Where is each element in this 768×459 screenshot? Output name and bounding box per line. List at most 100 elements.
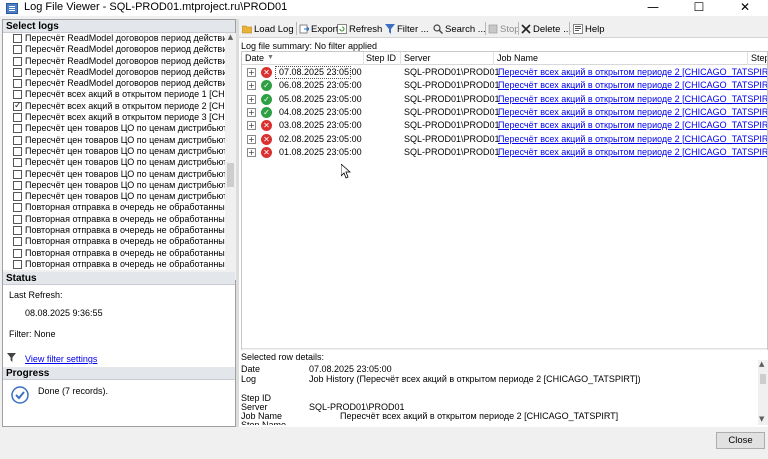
log-checkbox[interactable] xyxy=(13,237,22,247)
column-step-id[interactable]: Step ID xyxy=(366,53,396,63)
log-list-item[interactable]: Пересчёт всех акций в открытом периоде 2… xyxy=(3,101,227,112)
search-label: Search ... xyxy=(445,23,486,35)
log-checkbox[interactable] xyxy=(13,45,22,55)
row-job-link[interactable]: Пересчёт всех акций в открытом периоде 2… xyxy=(498,147,767,157)
log-list-scrollbar[interactable]: ▲ ▼ xyxy=(225,33,236,280)
log-checkbox[interactable] xyxy=(13,90,22,100)
help-button[interactable]: Help xyxy=(573,22,605,36)
log-list-item[interactable]: Пересчёт всех акций в открытом периоде 3… xyxy=(3,112,227,123)
log-checkbox[interactable] xyxy=(13,101,22,111)
column-divider[interactable] xyxy=(400,52,401,65)
log-checkbox[interactable] xyxy=(13,113,22,123)
search-button[interactable]: Search ... xyxy=(433,22,486,36)
log-list-item[interactable]: Повторная отправка в очередь не обработа… xyxy=(3,236,227,247)
column-divider[interactable] xyxy=(493,52,494,65)
export-icon xyxy=(299,24,309,34)
log-list-item[interactable]: Пересчёт ReadModel договоров период дейс… xyxy=(3,78,227,89)
log-checkbox[interactable] xyxy=(13,169,22,179)
maximize-button[interactable]: ☐ xyxy=(676,0,722,16)
log-list-item[interactable]: Пересчёт цен товаров ЦО по ценам дистриб… xyxy=(3,135,227,146)
log-checkbox[interactable] xyxy=(13,56,22,66)
log-checkbox[interactable] xyxy=(13,259,22,269)
log-checkbox[interactable] xyxy=(13,203,22,213)
log-list-item[interactable]: Пересчёт всех акций в открытом периоде 1… xyxy=(3,89,227,100)
minimize-button[interactable]: — xyxy=(630,0,676,16)
log-list-item[interactable]: Повторная отправка в очередь не обработа… xyxy=(3,259,227,270)
log-list-item[interactable]: Повторная отправка в очередь не обработа… xyxy=(3,248,227,259)
expand-row-icon[interactable]: + xyxy=(247,94,256,104)
mouse-cursor-icon xyxy=(341,164,351,179)
filter-button[interactable]: Filter ... xyxy=(385,22,429,36)
table-row[interactable]: + ✓ 04.08.2025 23:05:00 SQL-PROD01\PROD01 Пе… xyxy=(242,106,767,119)
log-checkbox[interactable] xyxy=(13,135,22,145)
scroll-up-icon[interactable]: ▲ xyxy=(225,33,236,41)
load-log-button[interactable]: Load Log xyxy=(242,22,294,36)
table-row[interactable]: + ✕ 02.08.2025 23:05:00 SQL-PROD01\PROD01 Пе… xyxy=(242,133,767,146)
log-checkbox[interactable] xyxy=(13,124,22,134)
log-list-item[interactable]: Пересчёт ReadModel договоров период дейс… xyxy=(3,67,227,78)
log-checkbox[interactable] xyxy=(13,180,22,190)
table-row[interactable]: + ✕ 07.08.2025 23:05:00 SQL-PROD01\PROD01 Пе… xyxy=(242,66,767,79)
scroll-up-icon[interactable]: ▲ xyxy=(759,360,764,368)
column-date[interactable]: Date xyxy=(245,53,264,63)
delete-button[interactable]: Delete ... xyxy=(521,22,571,36)
log-list-scroll-thumb[interactable] xyxy=(227,163,234,187)
row-job-link[interactable]: Пересчёт всех акций в открытом периоде 2… xyxy=(498,94,767,104)
scroll-down-icon[interactable]: ▼ xyxy=(759,415,764,423)
column-step-name[interactable]: Step N xyxy=(751,53,767,63)
column-server[interactable]: Server xyxy=(404,53,431,63)
log-list-item[interactable]: Пересчёт цен товаров ЦО по ценам дистриб… xyxy=(3,180,227,191)
row-job-link[interactable]: Пересчёт всех акций в открытом периоде 2… xyxy=(498,107,767,117)
expand-row-icon[interactable]: + xyxy=(247,134,256,144)
log-checkbox[interactable] xyxy=(13,226,22,236)
log-checkbox[interactable] xyxy=(13,158,22,168)
log-checkbox[interactable] xyxy=(13,34,22,43)
expand-row-icon[interactable]: + xyxy=(247,121,256,131)
table-row[interactable]: + ✕ 01.08.2025 23:05:00 SQL-PROD01\PROD01 Пе… xyxy=(242,146,767,159)
row-server: SQL-PROD01\PROD01 xyxy=(404,67,500,77)
details-scrollbar[interactable]: ▲ ▼ xyxy=(758,360,768,425)
column-divider[interactable] xyxy=(747,52,748,65)
log-list-item[interactable]: Повторная отправка в очередь не обработа… xyxy=(3,214,227,225)
close-window-button[interactable]: ✕ xyxy=(722,0,768,16)
log-checkbox[interactable] xyxy=(13,79,22,89)
view-filter-settings-link[interactable]: View filter settings xyxy=(25,354,97,364)
close-button[interactable]: Close xyxy=(716,432,765,449)
stop-button[interactable]: Stop xyxy=(488,22,520,36)
expand-row-icon[interactable]: + xyxy=(247,107,256,117)
log-checkbox[interactable] xyxy=(13,214,22,224)
refresh-button[interactable]: Refresh xyxy=(337,22,382,36)
log-list-item[interactable]: Повторная отправка в очередь не обработа… xyxy=(3,225,227,236)
log-list-item[interactable]: Пересчёт ReadModel договоров период дейс… xyxy=(3,56,227,67)
table-row[interactable]: + ✓ 06.08.2025 23:05:00 SQL-PROD01\PROD01 Пе… xyxy=(242,79,767,92)
log-checkbox[interactable] xyxy=(13,146,22,156)
column-divider[interactable] xyxy=(363,52,364,65)
filter-label: Filter ... xyxy=(397,23,429,35)
log-list-item[interactable]: Пересчёт цен товаров ЦО по ценам дистриб… xyxy=(3,191,227,202)
toolbar-separator xyxy=(296,22,297,35)
log-list-item[interactable]: Пересчёт цен товаров ЦО по ценам дистриб… xyxy=(3,157,227,168)
log-checkbox[interactable] xyxy=(13,67,22,77)
log-list-item[interactable]: Пересчёт ReadModel договоров период дейс… xyxy=(3,33,227,44)
log-list-item[interactable]: Пересчёт цен товаров ЦО по ценам дистриб… xyxy=(3,123,227,134)
expand-row-icon[interactable]: + xyxy=(247,68,256,77)
log-checkbox[interactable] xyxy=(13,192,22,202)
table-row[interactable]: + ✕ 03.08.2025 23:05:00 SQL-PROD01\PROD01 Пе… xyxy=(242,119,767,132)
table-row[interactable]: + ✓ 05.08.2025 23:05:00 SQL-PROD01\PROD01 Пе… xyxy=(242,93,767,106)
column-job-name[interactable]: Job Name xyxy=(497,53,538,63)
row-job-link[interactable]: Пересчёт всех акций в открытом периоде 2… xyxy=(498,67,767,77)
row-job-link[interactable]: Пересчёт всех акций в открытом периоде 2… xyxy=(498,120,767,130)
expand-row-icon[interactable]: + xyxy=(247,81,256,91)
expand-row-icon[interactable]: + xyxy=(247,147,256,157)
row-job-link[interactable]: Пересчёт всех акций в открытом периоде 2… xyxy=(498,134,767,144)
log-list-item[interactable]: Пересчёт цен товаров ЦО по ценам дистриб… xyxy=(3,169,227,180)
log-list-item[interactable]: Пересчёт цен товаров ЦО по ценам дистриб… xyxy=(3,146,227,157)
row-job-link[interactable]: Пересчёт всех акций в открытом периоде 2… xyxy=(498,80,767,90)
details-scroll-thumb[interactable] xyxy=(760,374,766,384)
log-checkbox[interactable] xyxy=(13,248,22,258)
export-button[interactable]: Export xyxy=(299,22,338,36)
log-list-item[interactable]: Повторная отправка в очередь не обработа… xyxy=(3,202,227,213)
log-item-label: Пересчёт ReadModel договоров период дейс… xyxy=(25,55,227,66)
sort-icon[interactable]: ▼ xyxy=(267,54,274,61)
log-list-item[interactable]: Пересчёт ReadModel договоров период дейс… xyxy=(3,44,227,55)
